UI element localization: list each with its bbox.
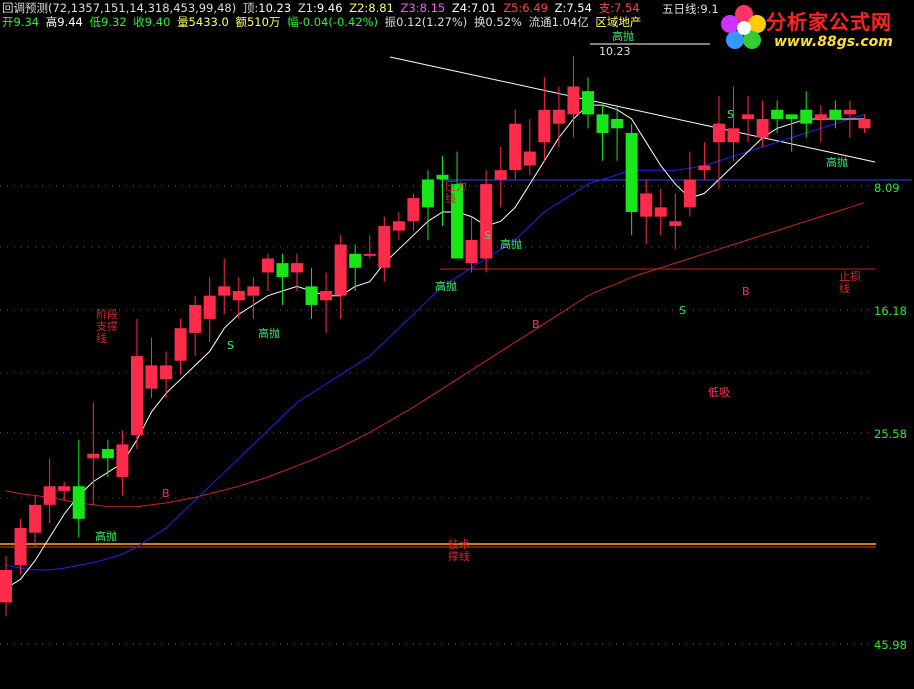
candle-body [756,119,769,138]
candle-body [72,486,85,519]
candle-body [305,286,318,305]
candle-body [523,151,536,166]
high-sell-label: 高抛 [258,326,280,340]
candle-body [378,225,391,268]
sell-mark: S [679,304,686,317]
candle-body [14,528,27,566]
candle-body [494,170,507,180]
candle-body [334,244,347,296]
tech-support-label: 撑线 [448,549,470,563]
candle-body [0,569,12,603]
candle-body [87,453,100,459]
buy-mark: B [532,318,540,331]
y-label-4: 45.98 [874,638,907,652]
logo-title: 分析家公式网 [766,10,892,34]
candle-body [465,239,478,264]
buy-mark: B [742,285,750,298]
candle-body [116,444,129,477]
candle-body [611,119,624,129]
buy-mark: B [162,487,170,500]
resist-line-label: 止损 [839,269,861,283]
sell-mark: S [227,339,234,352]
candle-body [567,86,580,115]
candle-body [552,109,565,124]
candle-body [509,123,522,171]
sell-mark: S [484,229,491,242]
stage-support-label: 线 [96,331,107,345]
candle-body [712,123,725,143]
low-buy-label: 低吸 [708,386,730,399]
candle-body [363,253,376,256]
candle-body [130,356,143,436]
candle-body [320,291,333,301]
candle-body [232,291,245,301]
candle-body [43,486,56,505]
candle-body [160,365,173,380]
high-sell-label: 高抛 [826,155,848,169]
ma-red-line [5,202,865,508]
peak-value-label: 10.23 [599,45,631,58]
logo-url: www.88gs.com [774,34,893,50]
high-sell-label: 高抛 [95,529,117,543]
candle-body [742,114,755,120]
candle-body [814,114,827,120]
stage-support-label: 阶段 [96,307,118,321]
candle-body [669,221,682,226]
candle-body [785,114,798,120]
candle-body [625,132,638,212]
candle-body [538,109,551,143]
candle-body [261,258,274,273]
candle-body [407,198,420,222]
candle-body [392,221,405,231]
candle-body [189,304,202,333]
candle-body [291,263,303,273]
candle-body [654,207,667,217]
candlestick-chart: 高抛高抛高抛高抛高抛高抛低吸BBBSSSS10.23阶段支撑线技术撑线压力线止损… [0,29,912,645]
y-label-1: 8.09 [874,181,900,195]
candle-body [421,179,434,208]
high-sell-label: 高抛 [500,237,522,251]
flower-logo-icon [721,5,766,49]
candle-body [436,174,449,180]
pressure-line-label: 线 [445,191,456,205]
y-label-2: 16.18 [874,304,907,318]
candle-body [843,109,856,115]
candle-body [247,286,260,296]
y-label-3: 25.58 [874,427,907,441]
ma-white-line [5,104,865,589]
sell-mark: S [727,108,734,121]
candle-body [276,263,289,278]
candle-body [145,365,158,389]
candle-body [683,179,696,208]
candle-body [29,504,42,533]
candle-body [101,449,114,459]
candle-body [698,165,711,171]
candle-body [800,109,813,124]
ma-blue-line [5,113,865,571]
candle-body [58,486,71,491]
candle-body [203,295,216,319]
high-sell-label: 高抛 [612,29,634,43]
candle-body [771,109,784,120]
candle-body [727,128,740,143]
candle-body [349,253,362,268]
candle-body [174,328,187,361]
candle-body [829,109,842,120]
high-sell-label: 高抛 [435,279,457,293]
candle-body [480,184,493,259]
candle-body [582,91,594,115]
candle-body [596,114,609,133]
logo: 分析家公式网 www.88gs.com [716,2,914,54]
candle-body [218,286,231,296]
candle-body [858,119,871,129]
resist-line-label: 线 [839,281,850,295]
stage-support-label: 支撑 [96,319,118,333]
candle-body [640,193,653,217]
